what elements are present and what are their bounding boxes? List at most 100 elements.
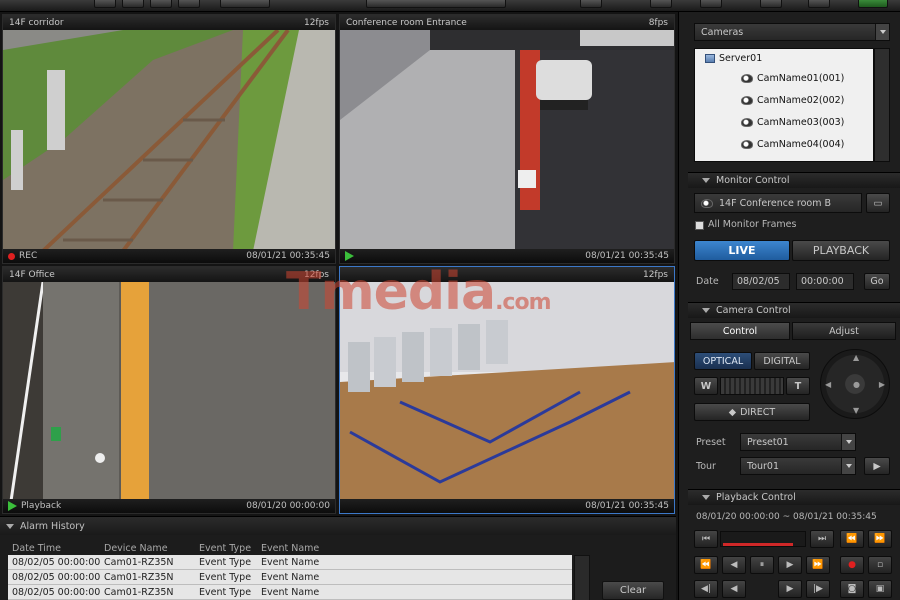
- record-button[interactable]: ●: [840, 556, 864, 574]
- tree-scrollbar[interactable]: [874, 48, 890, 162]
- cell-device: Cam01-RZ35N: [104, 556, 174, 568]
- cell-date: 08/02/05 00:00:00: [12, 586, 101, 598]
- camera-image: [3, 282, 335, 499]
- video-pane-1[interactable]: 14F corridor 12fps REC 08/01/21 00:35:45: [2, 14, 336, 264]
- toolbar-button[interactable]: [150, 0, 172, 8]
- tour-label: Tour: [696, 461, 716, 472]
- direct-button[interactable]: ◆ DIRECT: [694, 403, 810, 421]
- toolbar-button[interactable]: [700, 0, 722, 8]
- toolbar-button[interactable]: [178, 0, 200, 8]
- cell-event-type: Event Type: [199, 586, 252, 598]
- step-forward-button[interactable]: |▶: [806, 580, 830, 598]
- toolbar-button[interactable]: [94, 0, 116, 8]
- slow-reverse-button[interactable]: ◀: [722, 580, 746, 598]
- time-field[interactable]: 00:00:00: [796, 273, 854, 290]
- prev-frame-button[interactable]: ⏪: [840, 530, 864, 548]
- alarm-history-header[interactable]: Alarm History: [0, 517, 676, 535]
- toolbar-field[interactable]: [366, 0, 506, 8]
- zoom-slider[interactable]: [720, 377, 784, 395]
- rec-dot-icon: [8, 252, 15, 260]
- tab-control[interactable]: Control: [690, 322, 790, 340]
- options-button[interactable]: ▫: [868, 556, 892, 574]
- cell-event-name: Event Name: [261, 556, 320, 568]
- table-row[interactable]: 08/02/05 00:00:00 Cam01-RZ35N Event Type…: [8, 555, 572, 570]
- playback-control-header[interactable]: Playback Control: [688, 489, 900, 505]
- alarm-history-title: Alarm History: [20, 520, 85, 532]
- fast-reverse-button[interactable]: ⏪: [694, 556, 718, 574]
- monitor-select[interactable]: 14F Conference room B: [694, 193, 862, 213]
- toolbar-button[interactable]: [580, 0, 602, 8]
- next-frame-button[interactable]: ⏩: [868, 530, 892, 548]
- ptz-right-icon: ▶: [878, 380, 885, 389]
- video-pane-3[interactable]: 14F Office 12fps Playback 08/01/20 00:00…: [2, 266, 336, 514]
- tour-play-button[interactable]: ▶: [864, 457, 890, 475]
- clear-button[interactable]: Clear: [602, 581, 664, 600]
- col-header[interactable]: Event Type: [199, 543, 261, 554]
- skip-end-button[interactable]: ⏭: [810, 530, 834, 548]
- tree-server[interactable]: Server01: [705, 53, 762, 64]
- top-toolbar: [0, 0, 900, 12]
- tour-dropdown[interactable]: Tour01: [740, 457, 856, 475]
- toolbar-dropdown[interactable]: [220, 0, 270, 8]
- toolbar-button[interactable]: [122, 0, 144, 8]
- server-icon: [705, 54, 715, 63]
- tree-camera[interactable]: CamName03(003): [741, 117, 844, 128]
- alarm-scrollbar[interactable]: [574, 555, 590, 600]
- snapshot-button[interactable]: ◙: [840, 580, 864, 598]
- toolbar-button[interactable]: [650, 0, 672, 8]
- alarm-history-panel: Alarm History Date Time Device Name Even…: [0, 516, 676, 600]
- collapse-icon: [702, 308, 710, 313]
- toolbar-button[interactable]: [808, 0, 830, 8]
- playback-button[interactable]: PLAYBACK: [792, 240, 890, 261]
- pane-footer: 08/01/21 00:35:45: [340, 249, 674, 263]
- date-field[interactable]: 08/02/05: [732, 273, 790, 290]
- monitor-control-title: Monitor Control: [716, 175, 790, 186]
- play-button[interactable]: ▶: [778, 556, 802, 574]
- export-button[interactable]: ▣: [868, 580, 892, 598]
- fast-forward-button[interactable]: ⏩: [806, 556, 830, 574]
- ptz-joystick[interactable]: ▲ ▼ ◀ ▶ ●: [820, 349, 890, 419]
- toolbar-green-button[interactable]: [858, 0, 888, 8]
- pane-fps: 8fps: [648, 17, 668, 28]
- date-label: Date: [696, 276, 719, 287]
- all-monitor-frames-checkbox[interactable]: [695, 221, 704, 230]
- go-button[interactable]: Go: [864, 273, 890, 290]
- tree-camera[interactable]: CamName01(001): [741, 73, 844, 84]
- camera-control-header[interactable]: Camera Control: [688, 302, 900, 318]
- cell-event-type: Event Type: [199, 556, 252, 568]
- table-row[interactable]: 08/02/05 00:00:00 Cam01-RZ35N Event Type…: [8, 570, 572, 585]
- video-pane-2[interactable]: Conference room Entrance 8fps 08/01/21 0…: [339, 14, 675, 264]
- slow-forward-button[interactable]: ▶: [778, 580, 802, 598]
- live-button[interactable]: LIVE: [694, 240, 790, 261]
- digital-zoom-button[interactable]: DIGITAL: [754, 352, 810, 370]
- preset-dropdown[interactable]: Preset01: [740, 433, 856, 451]
- col-header[interactable]: Event Name: [261, 543, 381, 554]
- zoom-wide-button[interactable]: W: [694, 377, 718, 395]
- monitor-control-header[interactable]: Monitor Control: [688, 172, 900, 188]
- step-back-button[interactable]: ◀|: [694, 580, 718, 598]
- col-header[interactable]: Date Time: [8, 543, 104, 554]
- cameras-dropdown[interactable]: Cameras: [694, 23, 890, 41]
- pause-button[interactable]: ⏸: [750, 556, 774, 574]
- skip-start-button[interactable]: ⏮: [694, 530, 718, 548]
- cell-event-name: Event Name: [261, 586, 320, 598]
- tab-adjust[interactable]: Adjust: [792, 322, 896, 340]
- tree-camera[interactable]: CamName02(002): [741, 95, 844, 106]
- optical-zoom-button[interactable]: OPTICAL: [694, 352, 752, 370]
- toolbar-button[interactable]: [760, 0, 782, 8]
- table-row[interactable]: 08/02/05 00:00:00 Cam01-RZ35N Event Type…: [8, 585, 572, 600]
- pane-footer: 08/01/21 00:35:45: [340, 499, 674, 513]
- reverse-play-button[interactable]: ◀: [722, 556, 746, 574]
- col-header[interactable]: Device Name: [104, 543, 199, 554]
- tree-camera[interactable]: CamName04(004): [741, 139, 844, 150]
- tour-value: Tour01: [747, 460, 780, 472]
- monitor-layout-button[interactable]: ▭: [866, 193, 890, 213]
- ptz-center-icon: ●: [853, 380, 860, 389]
- video-pane-4[interactable]: 12fps 08/01/21 00:35:45: [339, 266, 675, 514]
- playback-timeline[interactable]: [720, 531, 806, 547]
- zoom-tele-button[interactable]: T: [786, 377, 810, 395]
- direct-label: DIRECT: [740, 406, 776, 418]
- pane-fps: 12fps: [303, 17, 329, 28]
- export-icon: ▣: [875, 584, 885, 594]
- camera-label: CamName02(002): [757, 95, 845, 106]
